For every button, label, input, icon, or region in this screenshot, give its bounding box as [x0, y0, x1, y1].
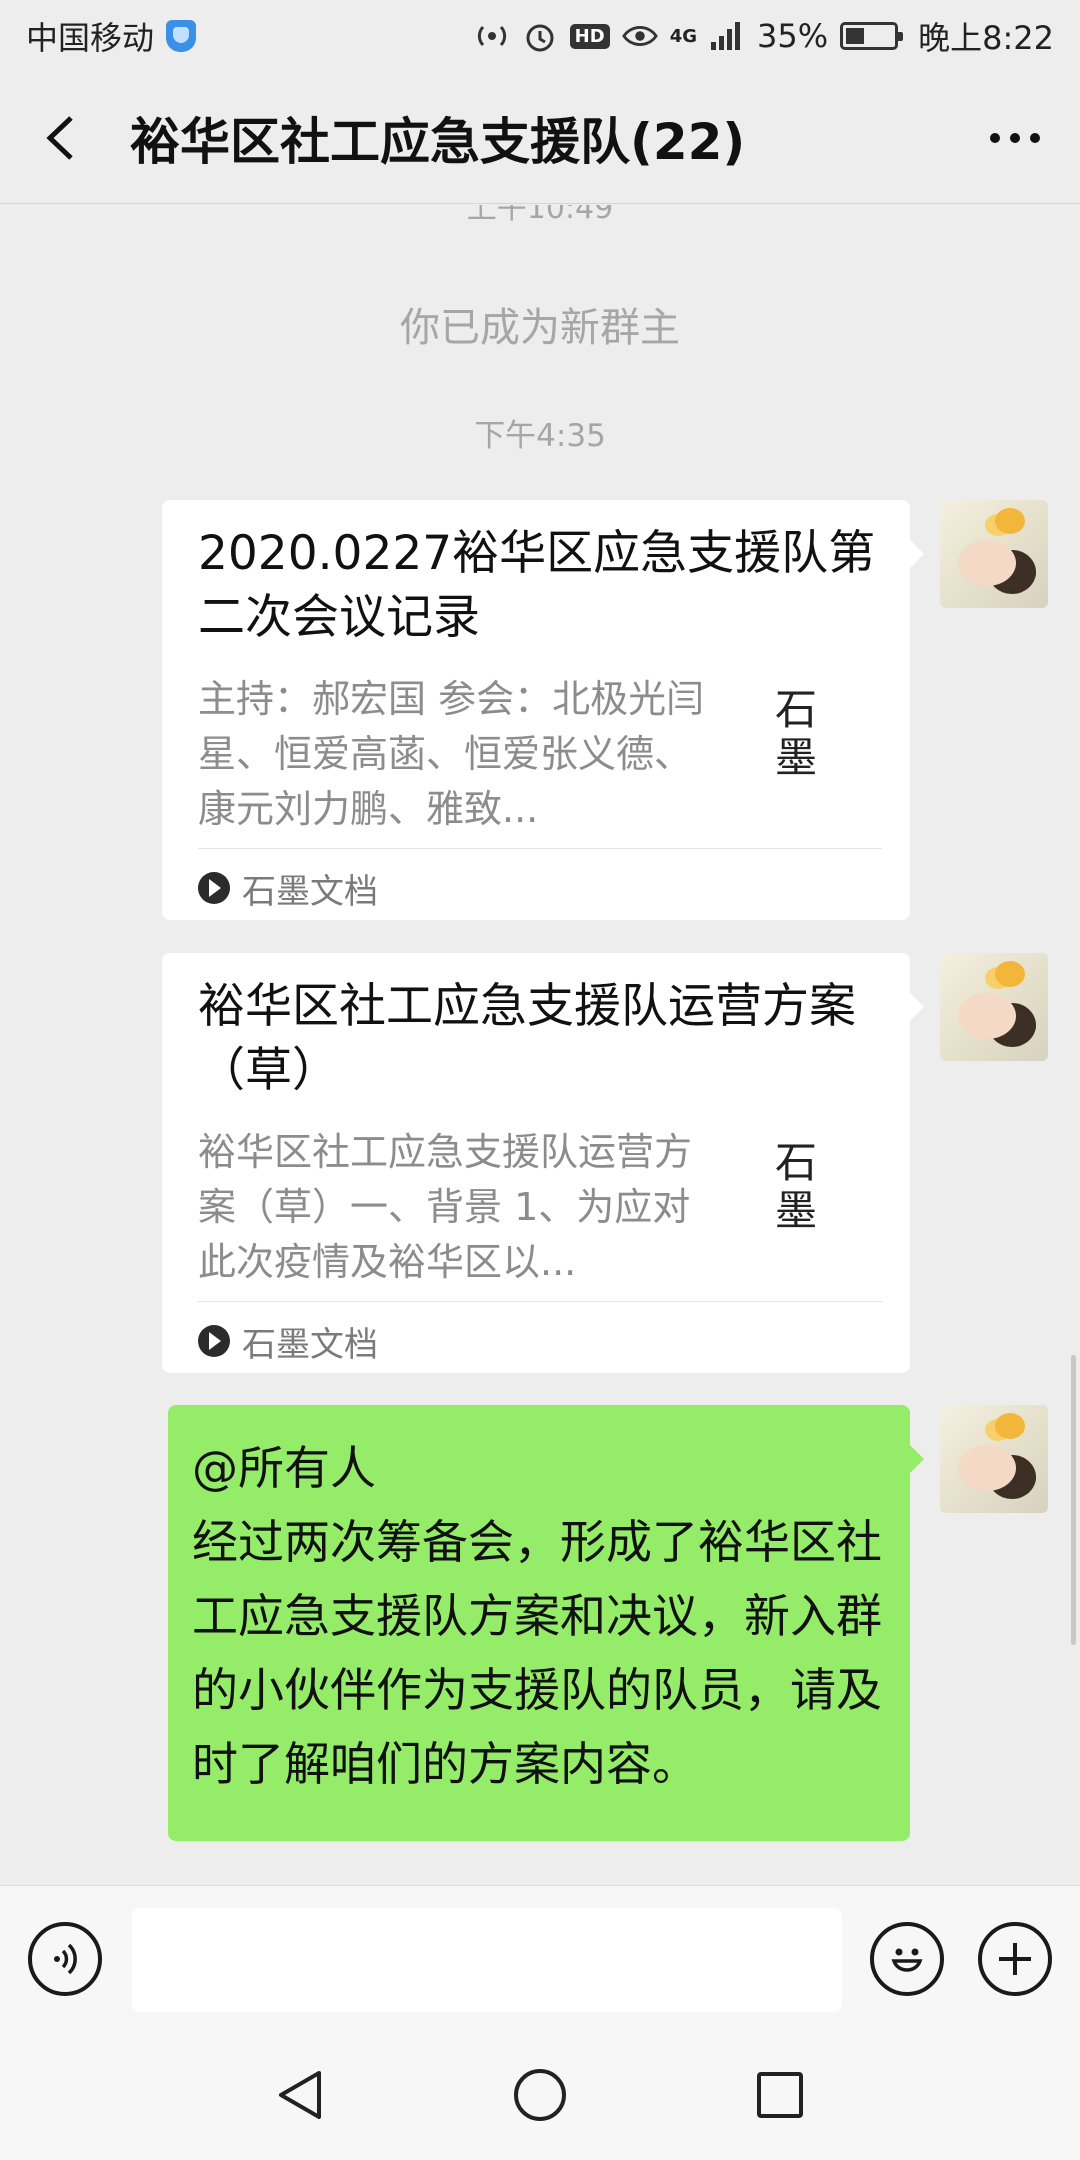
voice-input-button[interactable] — [28, 1922, 102, 1996]
avatar[interactable] — [940, 500, 1048, 608]
nav-back-button[interactable] — [264, 2059, 336, 2131]
message-input[interactable] — [132, 1908, 842, 2012]
square-recents-icon — [757, 2072, 803, 2118]
hotspot-icon — [474, 18, 510, 54]
divider — [198, 1301, 882, 1302]
scrollbar[interactable] — [1071, 1355, 1076, 1645]
plus-icon — [999, 1943, 1031, 1975]
chat-header: 裕华区社工应急支援队(22) — [0, 72, 1080, 204]
doc-source-label: 石墨文档 — [242, 1324, 378, 1365]
status-bar: 中国移动 HD 4G 35% 晚上8:22 — [0, 0, 1080, 72]
doc-source: 石墨文档 — [198, 1315, 378, 1367]
emoji-icon — [891, 1948, 923, 1972]
nav-home-button[interactable] — [504, 2059, 576, 2131]
eye-comfort-icon — [621, 18, 658, 54]
carrier-name: 中国移动 — [26, 19, 155, 57]
shimo-logo-icon — [198, 1325, 230, 1357]
doc-source-label: 石墨文档 — [242, 871, 378, 912]
sent-message-bubble[interactable]: @所有人 经过两次筹备会，形成了裕华区社工应急支援队方案和决议，新入群的小伙伴作… — [168, 1405, 924, 1841]
divider — [198, 848, 882, 849]
doc-description: 裕华区社工应急支援队运营方案（草）一、背景 1、为应对此次疫情及裕华区以... — [198, 1130, 693, 1284]
battery-icon — [840, 22, 904, 50]
message-text: @所有人 经过两次筹备会，形成了裕华区社工应急支援队方案和决议，新入群的小伙伴作… — [192, 1441, 882, 1791]
avatar[interactable] — [940, 1405, 1048, 1513]
network-type: 4G — [669, 25, 697, 47]
emoji-button[interactable] — [870, 1922, 944, 1996]
signal-icon — [709, 18, 745, 54]
system-navigation-bar — [0, 2031, 1080, 2160]
doc-thumbnail: 石墨 — [774, 1138, 817, 1235]
alarm-icon — [522, 18, 558, 54]
shared-doc-card[interactable]: 裕华区社工应急支援队运营方案（草） 裕华区社工应急支援队运营方案（草）一、背景 … — [162, 953, 924, 1373]
shared-doc-card[interactable]: 2020.0227裕华区应急支援队第二次会议记录 主持：郝宏国 参会：北极光闫星… — [162, 500, 924, 920]
doc-source: 石墨文档 — [198, 862, 378, 914]
chat-title: 裕华区社工应急支援队(22) — [130, 112, 746, 171]
system-message: 你已成为新群主 — [400, 305, 680, 351]
shimo-logo-icon — [198, 872, 230, 904]
timestamp-clipped: 上午10:49 — [466, 205, 614, 226]
nav-recents-button[interactable] — [744, 2059, 816, 2131]
battery-percent: 35% — [757, 17, 829, 55]
doc-title: 2020.0227裕华区应急支援队第二次会议记录 — [198, 526, 876, 645]
back-button[interactable] — [30, 108, 90, 168]
doc-title: 裕华区社工应急支援队运营方案（草） — [198, 979, 856, 1098]
avatar[interactable] — [940, 953, 1048, 1061]
more-options-button[interactable] — [980, 108, 1050, 168]
security-shield-icon — [166, 20, 197, 52]
chat-message-list[interactable]: 上午10:49 你已成为新群主 下午4:35 2020.0227裕华区应急支援队… — [0, 205, 1080, 1885]
triangle-back-icon — [279, 2071, 321, 2119]
doc-description: 主持：郝宏国 参会：北极光闫星、恒爱高菡、恒爱张义德、康元刘力鹏、雅致... — [198, 677, 705, 831]
hd-badge: HD — [569, 23, 610, 49]
chevron-left-icon — [46, 115, 73, 160]
input-bar — [0, 1885, 1080, 2031]
more-functions-button[interactable] — [978, 1922, 1052, 1996]
clock: 晚上8:22 — [918, 19, 1054, 57]
doc-thumbnail: 石墨 — [774, 685, 817, 782]
ellipsis-icon — [990, 132, 1040, 143]
timestamp: 下午4:35 — [474, 418, 606, 454]
circle-home-icon — [514, 2069, 566, 2121]
voice-icon — [54, 1943, 77, 1975]
